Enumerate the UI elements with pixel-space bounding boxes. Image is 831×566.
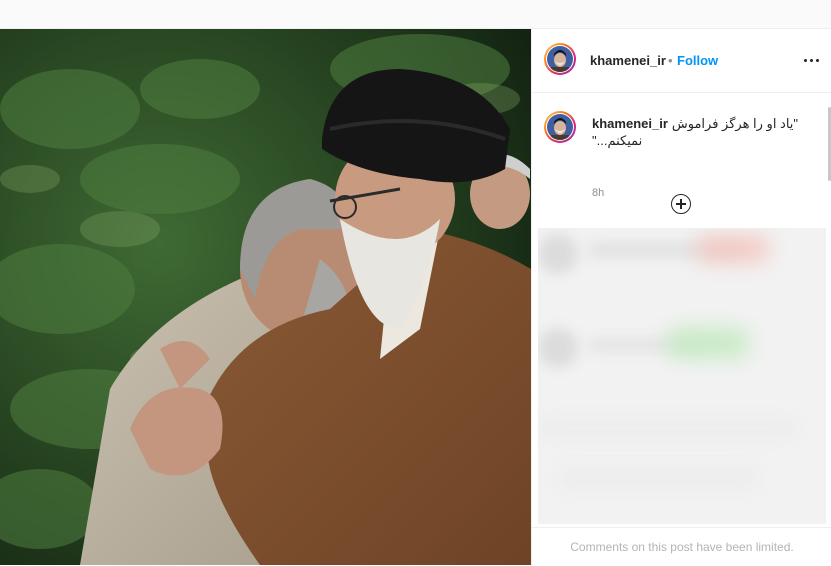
post-caption: khamenei_ir "یاد او را هرگز فراموش نمیکنم…: [592, 115, 804, 149]
caption-avatar[interactable]: [544, 111, 576, 143]
author-avatar[interactable]: [544, 43, 576, 75]
comments-limited-notice: Comments on this post have been limited.: [532, 527, 831, 566]
post-photo[interactable]: [0, 29, 531, 565]
avatar-portrait-icon: [547, 114, 573, 140]
avatar-portrait-icon: [547, 46, 573, 72]
more-options-icon[interactable]: [802, 51, 820, 69]
add-comment-plus-icon[interactable]: [671, 194, 691, 214]
separator-dot: •: [668, 53, 673, 68]
browser-top-strip: [0, 0, 831, 29]
follow-button[interactable]: Follow: [677, 53, 718, 68]
caption-username[interactable]: khamenei_ir: [592, 116, 668, 131]
post-timestamp[interactable]: 8h: [592, 187, 604, 199]
post-side-panel: khamenei_ir • Follow khamenei_ir "یاد او …: [531, 29, 831, 565]
post-photo-illustration: [0, 29, 531, 565]
blurred-comments-area: [538, 228, 826, 524]
author-username[interactable]: khamenei_ir: [590, 53, 666, 68]
post-header: khamenei_ir • Follow: [532, 29, 831, 93]
